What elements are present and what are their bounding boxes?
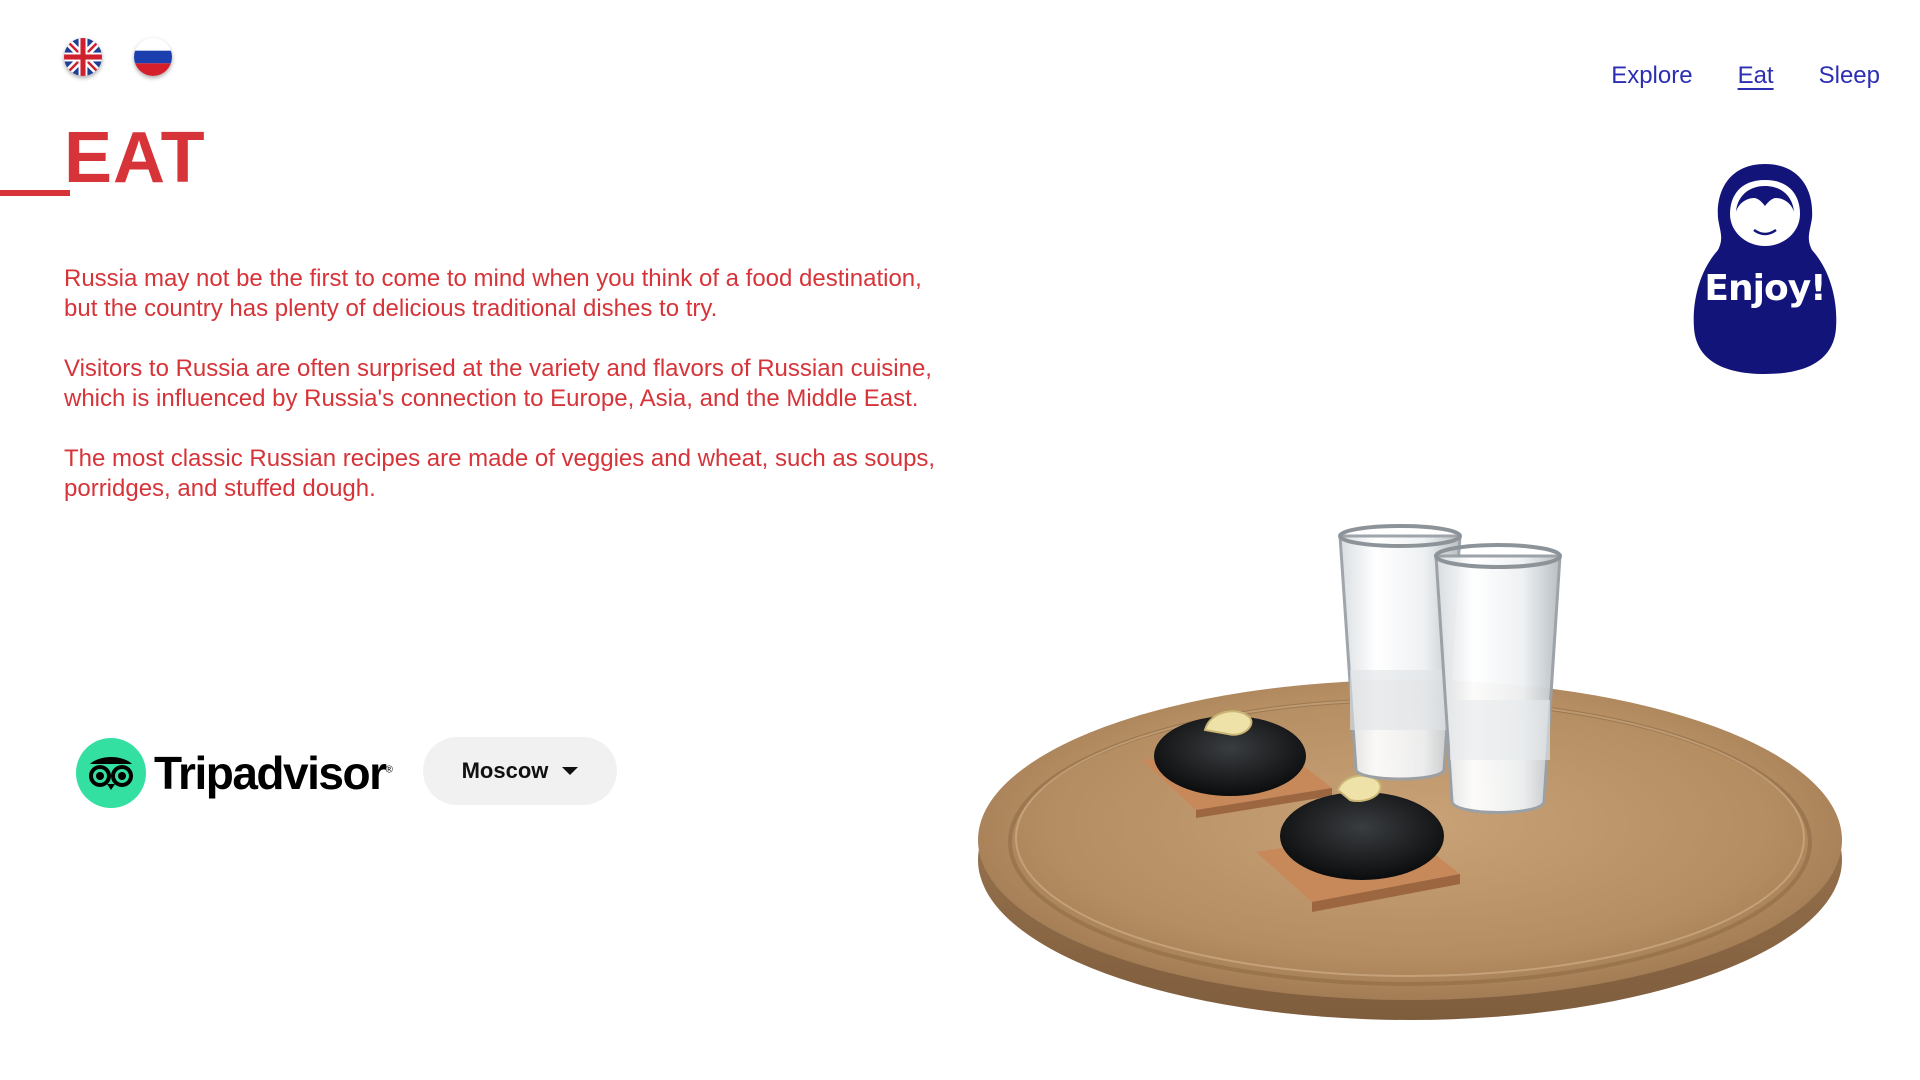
nav-eat[interactable]: Eat bbox=[1738, 62, 1774, 90]
paragraph: Visitors to Russia are often surprised a… bbox=[64, 355, 932, 412]
caviar-vodka-board-illustration bbox=[960, 520, 1860, 1040]
enjoy-badge: Enjoy! bbox=[1690, 160, 1840, 376]
intro-text: Russia may not be the first to come to m… bbox=[64, 264, 944, 534]
title-accent-line bbox=[0, 190, 70, 196]
city-dropdown-label: Moscow bbox=[461, 758, 549, 783]
tripadvisor-logo[interactable]: Tripadvisor® bbox=[76, 738, 393, 808]
page: Explore Eat Sleep EAT Russia may not be … bbox=[0, 0, 1920, 1080]
paragraph: The most classic Russian recipes are mad… bbox=[64, 445, 936, 502]
main-nav: Explore Eat Sleep bbox=[1611, 62, 1880, 90]
chevron-down-icon bbox=[562, 767, 579, 775]
enjoy-text: Enjoy! bbox=[1704, 268, 1826, 309]
city-dropdown[interactable]: Moscow bbox=[423, 737, 617, 805]
tripadvisor-wordmark: Tripadvisor® bbox=[154, 747, 393, 799]
language-switcher bbox=[64, 38, 172, 76]
nav-explore[interactable]: Explore bbox=[1611, 62, 1692, 90]
russia-flag-icon[interactable] bbox=[134, 38, 172, 76]
uk-flag-icon[interactable] bbox=[64, 38, 102, 76]
page-title: EAT bbox=[64, 118, 206, 198]
tripadvisor-owl-icon bbox=[76, 738, 146, 808]
paragraph: Russia may not be the first to come to m… bbox=[64, 265, 922, 322]
nav-sleep[interactable]: Sleep bbox=[1819, 62, 1880, 90]
